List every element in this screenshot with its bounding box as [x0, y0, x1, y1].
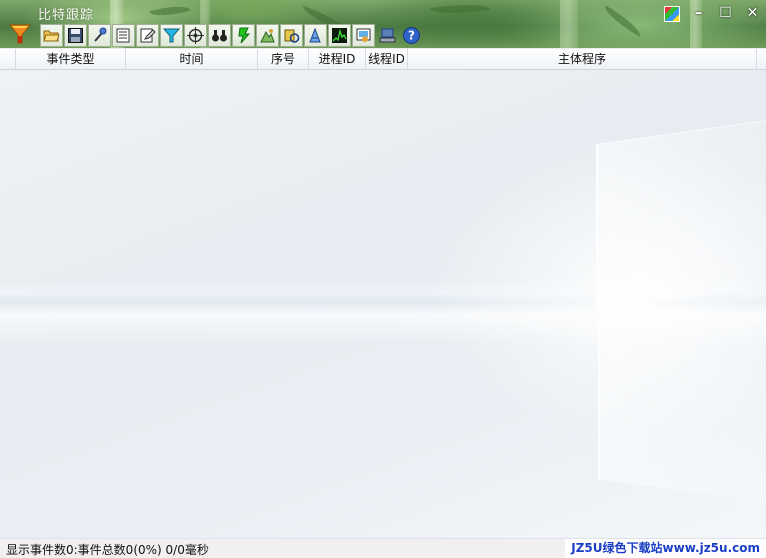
- filter-button[interactable]: [160, 24, 183, 47]
- bamboo-decoration: [560, 0, 578, 48]
- profiling-button[interactable]: [328, 24, 351, 47]
- edit-filter-icon: [140, 28, 156, 43]
- open-button[interactable]: [40, 24, 63, 47]
- profiling-chart-icon: [332, 28, 347, 43]
- capture-button[interactable]: [184, 24, 207, 47]
- find-button[interactable]: [208, 24, 231, 47]
- minimize-button[interactable]: –: [685, 0, 712, 26]
- computer-settings-icon: [379, 28, 396, 43]
- wand-button[interactable]: [88, 24, 111, 47]
- computer-settings-button[interactable]: [376, 24, 399, 47]
- help-icon: ?: [403, 27, 420, 44]
- edit-filter-button[interactable]: [136, 24, 159, 47]
- event-count-status: 显示事件数0:事件总数0(0%) 0/0毫秒: [6, 543, 209, 557]
- status-bar: 显示事件数0:事件总数0(0%) 0/0毫秒 JZ5U绿色下载站www.jz5u…: [0, 538, 766, 558]
- leaf-decoration: [600, 5, 645, 37]
- network-activity-icon: [356, 28, 371, 42]
- skin-button[interactable]: [658, 0, 685, 26]
- column-header-process-id[interactable]: 进程ID: [309, 49, 366, 70]
- properties-list-icon: [116, 28, 130, 43]
- target-capture-icon: [187, 27, 204, 44]
- leaf-decoration: [429, 0, 491, 19]
- process-tree-icon: [260, 29, 275, 43]
- binoculars-find-icon: [212, 30, 227, 42]
- event-list[interactable]: [0, 70, 766, 538]
- help-button[interactable]: ?: [400, 24, 423, 47]
- event-list-header: 事件类型 时间 序号 进程ID 线程ID 主体程序: [0, 48, 766, 70]
- magic-wand-icon: [94, 27, 107, 42]
- save-button[interactable]: [64, 24, 87, 47]
- column-header-time[interactable]: 时间: [126, 49, 258, 70]
- highlight-button[interactable]: [232, 24, 255, 47]
- registry-activity-icon: [284, 29, 300, 43]
- open-folder-icon: [43, 30, 60, 42]
- maximize-button[interactable]: ☐: [712, 0, 739, 26]
- app-funnel-icon: [8, 24, 32, 44]
- window-controls: – ☐ ✕: [658, 0, 766, 26]
- properties-button[interactable]: [112, 24, 135, 47]
- column-header-sequence[interactable]: 序号: [258, 49, 309, 70]
- highlight-icon: [238, 27, 251, 44]
- skin-icon: [663, 5, 680, 22]
- close-button[interactable]: ✕: [739, 0, 766, 26]
- column-header-main-program[interactable]: 主体程序: [408, 49, 757, 70]
- column-header-event-type[interactable]: 事件类型: [16, 49, 126, 70]
- window-title: 比特跟踪: [38, 8, 95, 23]
- column-header-thread-id[interactable]: 线程ID: [366, 49, 408, 70]
- leaf-decoration: [149, 0, 191, 22]
- header-spacer: [0, 49, 16, 70]
- svg-text:?: ?: [408, 29, 415, 43]
- process-tree-button[interactable]: [256, 24, 279, 47]
- wallpaper-glass-pane: [596, 119, 766, 311]
- title-bar[interactable]: 比特跟踪 – ☐ ✕ ?: [0, 0, 766, 48]
- wallpaper-glass-pane: [598, 298, 766, 503]
- network-button[interactable]: [352, 24, 375, 47]
- watermark-label: JZ5U绿色下载站www.jz5u.com: [565, 539, 766, 558]
- toolbar: ?: [40, 24, 423, 48]
- file-activity-icon: [309, 27, 321, 43]
- filter-funnel-icon: [163, 28, 180, 43]
- file-activity-button[interactable]: [304, 24, 327, 47]
- save-icon: [68, 28, 83, 43]
- registry-button[interactable]: [280, 24, 303, 47]
